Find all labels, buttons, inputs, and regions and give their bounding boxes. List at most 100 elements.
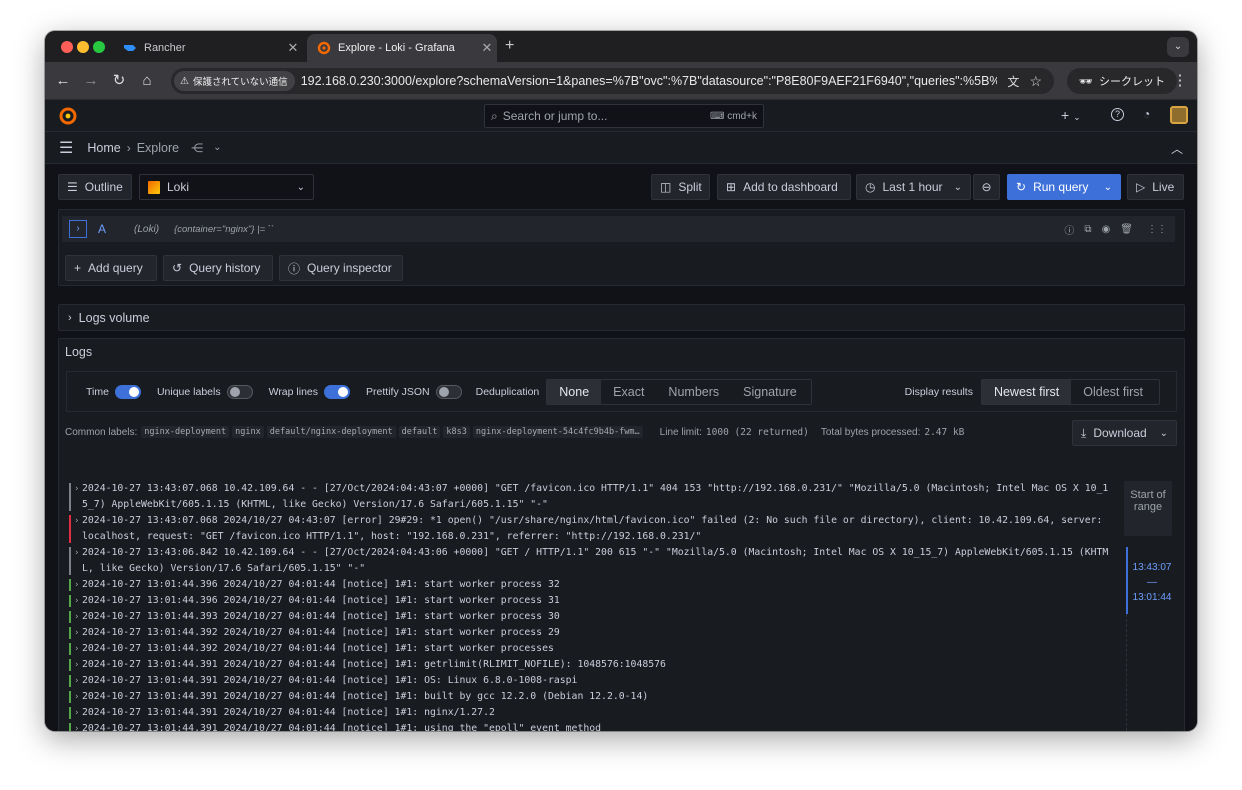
tab-grafana-explore[interactable]: Explore - Loki - Grafana ✕: [307, 34, 497, 62]
datasource-picker[interactable]: Loki ⌄: [139, 174, 314, 200]
user-avatar[interactable]: [1170, 106, 1188, 124]
dedup-numbers-option[interactable]: Numbers: [656, 380, 731, 404]
breadcrumb-home[interactable]: Home: [87, 141, 120, 155]
time-range-picker[interactable]: ◷ Last 1 hour ⌄: [856, 174, 971, 200]
expand-row-icon[interactable]: ›: [74, 481, 79, 497]
log-row[interactable]: › 2024-10-27 13:43:06.842 10.42.109.64 - …: [67, 545, 1112, 577]
url-text: 192.168.0.230:3000/explore?schemaVersion…: [300, 74, 998, 88]
log-row[interactable]: › 2024-10-27 13:01:44.396 2024/10/27 04:0…: [67, 593, 1112, 609]
logs-volume-panel[interactable]: › Logs volume: [58, 304, 1185, 331]
display-results-radio-group: Newest first Oldest first: [980, 378, 1160, 405]
help-icon[interactable]: ?: [1111, 108, 1124, 121]
expand-row-icon[interactable]: ›: [74, 545, 79, 561]
expand-row-icon[interactable]: ›: [74, 689, 79, 705]
breadcrumb-explore: Explore: [136, 140, 180, 155]
collapse-header-icon[interactable]: ︿: [1171, 140, 1183, 157]
expand-row-icon[interactable]: ›: [74, 673, 79, 689]
chevron-down-icon[interactable]: ⌄: [1104, 182, 1112, 193]
incognito-badge[interactable]: 🕶 シークレット: [1067, 68, 1177, 94]
outline-button[interactable]: ☰ Outline: [58, 174, 132, 200]
home-icon[interactable]: ⌂: [137, 71, 157, 91]
log-row[interactable]: › 2024-10-27 13:43:07.068 2024/10/27 04:4…: [67, 513, 1112, 545]
expand-row-icon[interactable]: ›: [74, 609, 79, 625]
log-row[interactable]: › 2024-10-27 13:01:44.392 2024/10/27 04:0…: [67, 641, 1112, 657]
log-row[interactable]: › 2024-10-27 13:01:44.391 2024/10/27 04:0…: [67, 705, 1112, 721]
news-rss-icon[interactable]: ◔: [1143, 107, 1150, 121]
close-tab-icon[interactable]: ✕: [283, 40, 303, 56]
time-range-indicator[interactable]: 13:43:07 — 13:01:44: [1126, 547, 1176, 614]
forward-icon[interactable]: →: [81, 71, 101, 91]
expand-row-icon[interactable]: ›: [74, 513, 79, 529]
live-button[interactable]: ▷ Live: [1127, 174, 1184, 200]
query-help-icon[interactable]: ⓘ: [1064, 222, 1074, 237]
duplicate-query-icon[interactable]: ⧉: [1084, 224, 1091, 235]
query-inspector-button[interactable]: ⓘ Query inspector: [279, 255, 403, 281]
expand-row-icon[interactable]: ›: [74, 657, 79, 673]
expand-row-icon[interactable]: ›: [74, 577, 79, 593]
dedup-none-option[interactable]: None: [547, 379, 602, 404]
new-tab-icon[interactable]: +: [505, 37, 514, 55]
wrap-lines-toggle[interactable]: [324, 384, 351, 399]
newest-first-option[interactable]: Newest first: [981, 379, 1072, 404]
search-input[interactable]: ⌕ Search or jump to... ⌨ cmd+k: [484, 104, 764, 128]
expand-row-icon[interactable]: ›: [74, 625, 79, 641]
bookmark-star-icon[interactable]: ☆: [1029, 73, 1042, 90]
add-query-button[interactable]: + Add query: [65, 255, 157, 281]
reload-icon[interactable]: ↻: [109, 71, 129, 91]
query-ref-label[interactable]: A: [98, 222, 106, 236]
logs-volume-title: Logs volume: [78, 310, 150, 325]
log-timestamp: 2024-10-27 13:01:44.391: [82, 723, 224, 731]
common-label-chip: nginx-deployment: [141, 426, 230, 438]
share-icon[interactable]: ⋲: [191, 141, 203, 155]
chevron-down-icon: ⌄: [296, 181, 305, 193]
log-row[interactable]: › 2024-10-27 13:01:44.391 2024/10/27 04:0…: [67, 673, 1112, 689]
expand-row-icon[interactable]: ›: [74, 593, 79, 609]
security-chip[interactable]: ⚠ 保護されていない通信: [174, 71, 295, 91]
browser-menu-icon[interactable]: ⋮: [1170, 71, 1190, 91]
zoom-window-button[interactable]: [93, 41, 105, 53]
log-row[interactable]: › 2024-10-27 13:01:44.391 2024/10/27 04:0…: [67, 657, 1112, 673]
menu-toggle-icon[interactable]: ☰: [59, 138, 73, 158]
log-row[interactable]: › 2024-10-27 13:01:44.396 2024/10/27 04:0…: [67, 577, 1112, 593]
log-row[interactable]: › 2024-10-27 13:01:44.393 2024/10/27 04:0…: [67, 609, 1112, 625]
hide-query-eye-icon[interactable]: ◉: [1102, 224, 1111, 235]
time-toggle[interactable]: [114, 384, 141, 399]
tab-search-icon[interactable]: ⌄: [1167, 37, 1189, 57]
grafana-home-logo-icon[interactable]: [58, 106, 78, 129]
close-tab-icon[interactable]: ✕: [477, 40, 497, 56]
delete-query-icon[interactable]: 🗑: [1120, 224, 1133, 235]
log-level-indicator: [69, 595, 71, 607]
back-icon[interactable]: ←: [53, 71, 73, 91]
address-bar[interactable]: ⚠ 保護されていない通信 192.168.0.230:3000/explore?s…: [171, 68, 1054, 94]
oldest-first-option[interactable]: Oldest first: [1071, 380, 1159, 404]
close-window-button[interactable]: [61, 41, 73, 53]
chevron-down-icon[interactable]: ⌄: [213, 142, 221, 153]
log-row[interactable]: › 2024-10-27 13:01:44.392 2024/10/27 04:0…: [67, 625, 1112, 641]
collapse-query-icon[interactable]: ›: [69, 220, 87, 238]
expand-row-icon[interactable]: ›: [74, 705, 79, 721]
run-query-button[interactable]: ↻ Run query ⌄: [1007, 174, 1121, 200]
log-level-indicator: [69, 723, 71, 731]
translate-icon[interactable]: 文: [1007, 73, 1019, 90]
info-circle-icon: ⓘ: [288, 261, 301, 276]
unique-labels-toggle[interactable]: [226, 384, 253, 399]
dedup-exact-option[interactable]: Exact: [601, 380, 656, 404]
expand-row-icon[interactable]: ›: [74, 641, 79, 657]
expand-row-icon[interactable]: ›: [74, 721, 79, 731]
split-button[interactable]: ◫ Split: [651, 174, 710, 200]
download-button[interactable]: ⤓ Download ⌄: [1072, 420, 1177, 446]
start-of-range-button[interactable]: Start of range: [1124, 481, 1172, 536]
prettify-json-toggle[interactable]: [435, 384, 462, 399]
query-history-button[interactable]: ↺ Query history: [163, 255, 273, 281]
log-timestamp: 2024-10-27 13:01:44.396: [82, 595, 224, 606]
drag-handle-icon[interactable]: ⋮⋮: [1147, 224, 1167, 235]
dedup-signature-option[interactable]: Signature: [731, 380, 811, 404]
log-row[interactable]: › 2024-10-27 13:01:44.391 2024/10/27 04:0…: [67, 689, 1112, 705]
new-menu-button[interactable]: + ⌄: [1061, 107, 1081, 123]
tab-rancher[interactable]: Rancher ✕: [113, 34, 303, 62]
log-row[interactable]: › 2024-10-27 13:43:07.068 10.42.109.64 - …: [67, 481, 1112, 513]
minimize-window-button[interactable]: [77, 41, 89, 53]
zoom-out-button[interactable]: ⊖: [973, 174, 1000, 200]
add-to-dashboard-button[interactable]: ⊞ Add to dashboard: [717, 174, 851, 200]
log-row[interactable]: › 2024-10-27 13:01:44.391 2024/10/27 04:0…: [67, 721, 1112, 731]
